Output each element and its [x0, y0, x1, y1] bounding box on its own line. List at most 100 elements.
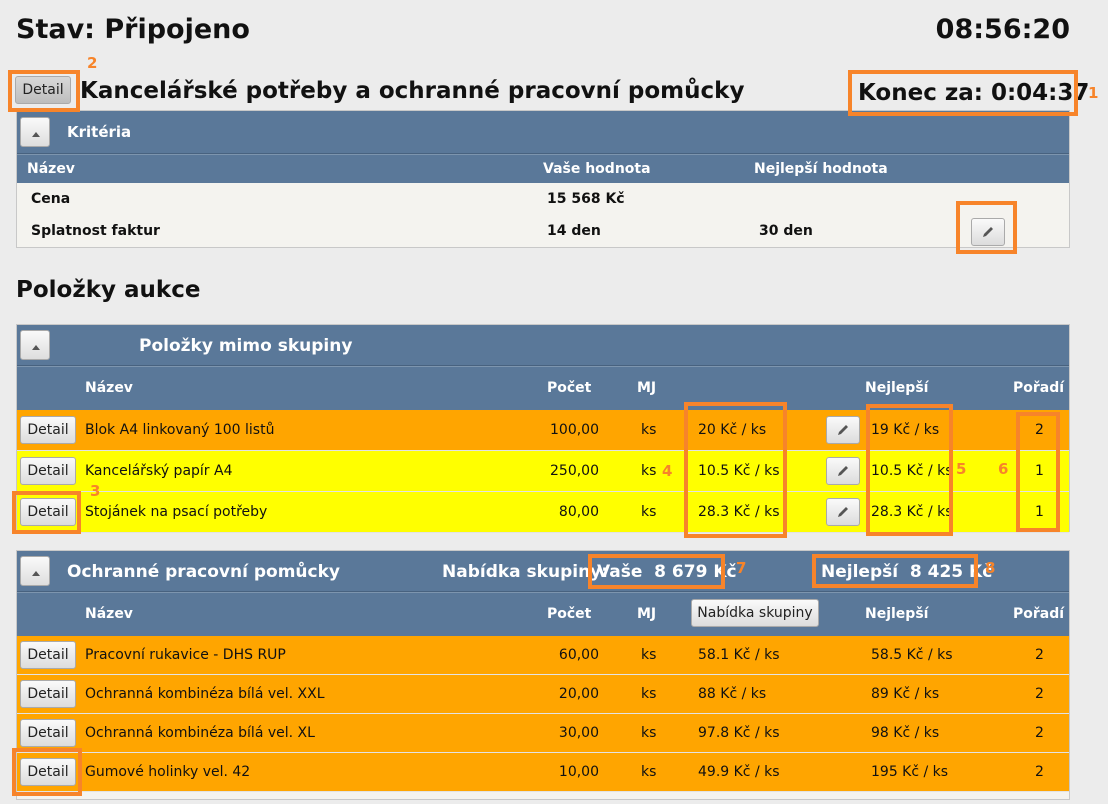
group-title: Ochranné pracovní pomůcky	[67, 562, 340, 582]
item-detail-button[interactable]: Detail	[20, 680, 76, 708]
callout-number: 6	[998, 460, 1009, 478]
item-row: Detail Gumové holinky vel. 42 10,00 ks 49.9 …	[17, 753, 1069, 792]
highlight-box	[848, 70, 1078, 116]
highlight-box	[866, 404, 953, 536]
item-row: Detail Ochranná kombinéza bílá vel. XL 30,…	[17, 714, 1069, 753]
item-best-bid: 89 Kč / ks	[871, 686, 940, 702]
highlight-box	[12, 748, 82, 796]
item-best-bid: 98 Kč / ks	[871, 725, 940, 741]
col-your-value: Vaše hodnota	[543, 161, 651, 177]
item-your-bid: 97.8 Kč / ks	[698, 725, 780, 741]
callout-number: 8	[985, 559, 996, 577]
col-best: Nejlepší	[865, 606, 929, 622]
highlight-box	[1016, 412, 1060, 532]
item-name: Gumové holinky vel. 42	[85, 764, 251, 780]
callout-number: 2	[87, 54, 98, 72]
col-name: Název	[85, 380, 133, 396]
item-edit-bid-button[interactable]	[826, 416, 860, 444]
col-count: Počet	[547, 606, 592, 622]
item-count: 20,00	[558, 686, 599, 702]
highlight-box	[588, 554, 725, 589]
callout-number: 5	[956, 460, 967, 478]
criteria-your-value: 15 568 Kč	[547, 191, 625, 207]
highlight-box	[12, 491, 81, 534]
highlight-box	[8, 70, 80, 112]
item-name: Kancelářský papír A4	[85, 463, 233, 479]
col-rank: Pořadí	[1013, 380, 1065, 396]
callout-number: 4	[662, 462, 673, 480]
group-header: Položky mimo skupiny	[17, 325, 1069, 366]
col-unit: MJ	[637, 380, 657, 396]
item-unit: ks	[641, 504, 657, 520]
item-edit-bid-button[interactable]	[826, 498, 860, 526]
criteria-title: Kritéria	[67, 123, 132, 141]
item-detail-button[interactable]: Detail	[20, 416, 76, 444]
criteria-best-value: 30 den	[759, 223, 813, 239]
highlight-box	[812, 554, 978, 588]
item-rank: 2	[1035, 647, 1044, 663]
item-rank: 2	[1035, 764, 1044, 780]
col-rank: Pořadí	[1013, 606, 1065, 622]
item-name: Stojánek na psací potřeby	[85, 504, 268, 520]
item-count: 100,00	[550, 422, 599, 438]
group-collapse-toggle[interactable]	[20, 556, 50, 586]
item-name: Pracovní rukavice - DHS RUP	[85, 647, 286, 663]
col-name: Název	[27, 161, 75, 177]
callout-number: 3	[90, 482, 101, 500]
highlight-box	[684, 402, 787, 538]
item-unit: ks	[641, 686, 657, 702]
highlight-box	[956, 201, 1017, 254]
criteria-panel: Kritéria Název Vaše hodnota Nejlepší hod…	[16, 110, 1070, 248]
item-count: 80,00	[558, 504, 599, 520]
group-title: Položky mimo skupiny	[139, 336, 353, 356]
col-best-value: Nejlepší hodnota	[754, 161, 888, 177]
col-unit: MJ	[637, 606, 657, 622]
criteria-row: Splatnost faktur 14 den 30 den	[17, 216, 1069, 249]
item-rank: 2	[1035, 686, 1044, 702]
callout-number: 7	[736, 559, 747, 577]
item-count: 60,00	[558, 647, 599, 663]
criteria-your-value: 14 den	[547, 223, 601, 239]
item-count: 10,00	[558, 764, 599, 780]
item-unit: ks	[641, 422, 657, 438]
criteria-row: Cena 15 568 Kč	[17, 183, 1069, 216]
item-detail-button[interactable]: Detail	[20, 641, 76, 669]
item-row: Detail Ochranná kombinéza bílá vel. XXL 20…	[17, 675, 1069, 714]
criteria-header: Kritéria	[17, 111, 1069, 154]
items-heading: Položky aukce	[16, 277, 201, 303]
item-detail-button[interactable]: Detail	[20, 457, 76, 485]
criteria-column-headers: Název Vaše hodnota Nejlepší hodnota	[17, 154, 1069, 183]
item-your-bid: 58.1 Kč / ks	[698, 647, 780, 663]
item-rank: 2	[1035, 725, 1044, 741]
connection-status: Stav: Připojeno	[16, 14, 250, 45]
item-unit: ks	[641, 764, 657, 780]
item-name: Ochranná kombinéza bílá vel. XL	[85, 725, 315, 741]
group-offer-label: Nabídka skupiny:	[442, 562, 609, 582]
group-offer-button[interactable]: Nabídka skupiny	[691, 599, 819, 627]
item-column-headers: Název Počet MJ Nabídka skupiny Nejlepší …	[17, 592, 1069, 636]
item-row: Detail Pracovní rukavice - DHS RUP 60,00 ks…	[17, 636, 1069, 675]
col-count: Počet	[547, 380, 592, 396]
item-best-bid: 195 Kč / ks	[871, 764, 949, 780]
item-your-bid: 49.9 Kč / ks	[698, 764, 780, 780]
item-unit: ks	[641, 463, 657, 479]
item-name: Ochranná kombinéza bílá vel. XXL	[85, 686, 325, 702]
pencil-icon	[838, 507, 848, 517]
item-count: 250,00	[550, 463, 599, 479]
criteria-collapse-toggle[interactable]	[20, 117, 50, 147]
item-unit: ks	[641, 647, 657, 663]
col-name: Název	[85, 606, 133, 622]
item-detail-button[interactable]: Detail	[20, 719, 76, 747]
item-count: 30,00	[558, 725, 599, 741]
item-your-bid: 88 Kč / ks	[698, 686, 767, 702]
item-edit-bid-button[interactable]	[826, 457, 860, 485]
clock: 08:56:20	[935, 14, 1070, 45]
group-collapse-toggle[interactable]	[20, 330, 50, 360]
item-name: Blok A4 linkovaný 100 listů	[85, 422, 275, 438]
auction-title: Kancelářské potřeby a ochranné pracovní …	[80, 78, 745, 104]
pencil-icon	[838, 466, 848, 476]
callout-number: 1	[1088, 84, 1099, 102]
pencil-icon	[838, 425, 848, 435]
item-unit: ks	[641, 725, 657, 741]
col-best: Nejlepší	[865, 380, 929, 396]
